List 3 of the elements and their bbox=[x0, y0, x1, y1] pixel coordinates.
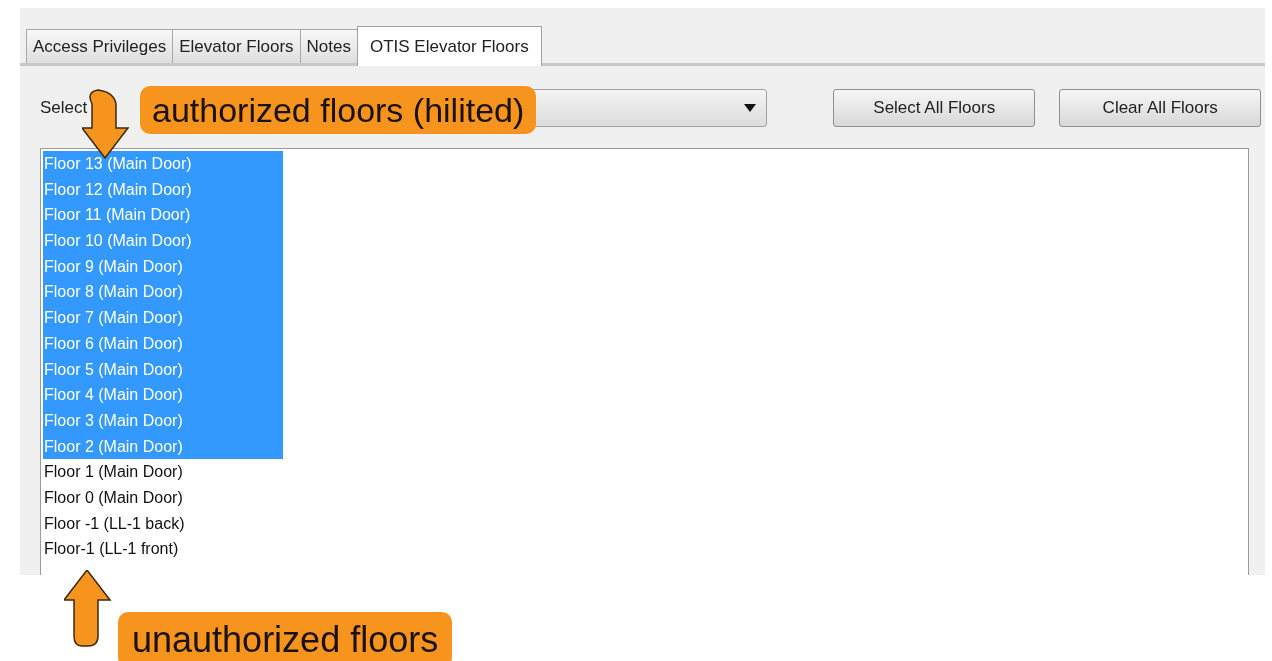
callout-tooltip: authorized floors (hilited) bbox=[140, 86, 537, 134]
select-label: Select bbox=[40, 97, 88, 120]
callout-tooltip: unauthorized floors bbox=[118, 612, 453, 661]
